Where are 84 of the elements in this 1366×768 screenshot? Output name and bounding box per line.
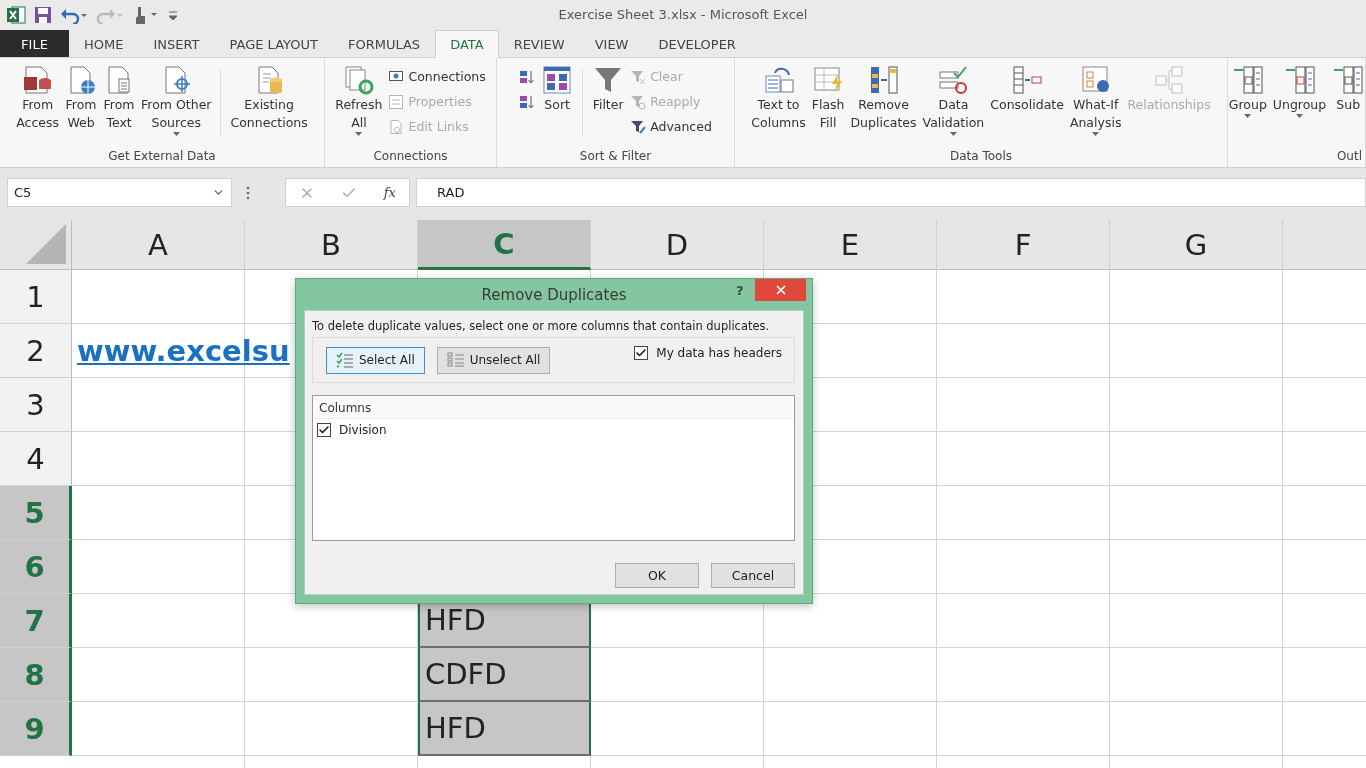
group-label: Get External Data xyxy=(107,149,217,165)
ribbon-button[interactable]: Existing Connections xyxy=(228,62,310,134)
clear-filter-icon xyxy=(630,68,647,85)
column-header[interactable]: A xyxy=(72,220,245,270)
ribbon-button[interactable]: Sub xyxy=(1330,62,1366,116)
advanced-filter-icon xyxy=(630,118,647,135)
checkbox-label[interactable]: My data has headers xyxy=(656,346,782,360)
validation-icon xyxy=(937,64,970,96)
table-cell: HFD xyxy=(418,702,591,756)
more-icon[interactable] xyxy=(246,185,250,200)
ribbon-button[interactable]: Advanced xyxy=(628,116,714,137)
table-cell: CDFD xyxy=(418,648,591,702)
cancel-button[interactable]: Cancel xyxy=(711,563,795,588)
instruction-text: To delete duplicate values, select one or more columns that contain duplicates. xyxy=(312,319,771,333)
ribbon-button[interactable]: Consolidate xyxy=(988,62,1066,116)
help-button[interactable]: ? xyxy=(730,282,750,299)
group-label: Connections xyxy=(372,149,449,165)
column-option[interactable]: Division xyxy=(339,423,387,437)
row-header[interactable]: 1 xyxy=(0,270,72,324)
customize-icon[interactable] xyxy=(168,9,178,21)
excel-logo-icon[interactable] xyxy=(6,5,26,25)
dialog-title: Remove Duplicates xyxy=(481,286,627,304)
checkbox[interactable] xyxy=(317,423,331,437)
column-header[interactable]: D xyxy=(591,220,764,270)
close-button[interactable] xyxy=(755,279,806,301)
reapply-filter-icon xyxy=(630,93,647,110)
unselect-all-button[interactable]: Unselect All xyxy=(436,346,551,374)
ribbon-tab[interactable]: INSERT xyxy=(138,30,215,57)
sort-ascending-icon xyxy=(519,68,536,85)
ribbon-tab[interactable]: DATA xyxy=(435,30,499,58)
ribbon-button[interactable]: Text to Columns xyxy=(749,62,808,134)
window-title: Exercise Sheet 3.xlsx - Microsoft Excel xyxy=(558,7,808,22)
refresh-icon xyxy=(342,64,375,96)
ribbon-tab[interactable]: FORMULAS xyxy=(332,30,436,57)
link[interactable]: www.excelsu xyxy=(77,334,290,368)
consolidate-icon xyxy=(1011,64,1044,96)
ribbon-tab[interactable]: PAGE LAYOUT xyxy=(214,30,333,57)
column-header[interactable]: B xyxy=(245,220,418,270)
column-header[interactable]: G xyxy=(1110,220,1283,270)
select-all-button[interactable]: Select All xyxy=(326,346,425,374)
ribbon-button[interactable]: Flash Fill xyxy=(809,62,847,134)
ribbon-button[interactable]: Refresh All xyxy=(333,62,385,138)
ribbon-button[interactable]: Data Validation xyxy=(920,62,987,138)
ribbon-button[interactable]: Filter xyxy=(590,62,627,116)
access-icon xyxy=(21,64,54,96)
ribbon-button[interactable]: Remove Duplicates xyxy=(848,62,919,134)
ribbon-button[interactable]: From Other Sources xyxy=(139,62,214,138)
properties-icon xyxy=(388,93,405,110)
column-header[interactable]: E xyxy=(764,220,937,270)
checkbox[interactable] xyxy=(634,346,649,360)
ribbon-button[interactable]: Sort xyxy=(539,62,576,116)
name-box[interactable]: C5 xyxy=(7,178,232,207)
group-label: Sort & Filter xyxy=(578,149,653,165)
ok-button[interactable]: OK xyxy=(615,563,699,588)
ribbon-tab[interactable]: HOME xyxy=(69,30,139,57)
list-header: Columns xyxy=(314,397,793,419)
ribbon-tab[interactable]: VIEW xyxy=(579,30,644,57)
ribbon-button[interactable]: Connections xyxy=(386,66,488,87)
ribbon-button[interactable]: From Access xyxy=(14,62,62,134)
formula-field[interactable]: RAD xyxy=(416,178,1366,207)
row-header[interactable]: 2 xyxy=(0,324,72,378)
ribbon-tab[interactable]: REVIEW xyxy=(498,30,580,57)
sort-icon xyxy=(541,64,574,96)
group-icon xyxy=(1231,64,1264,96)
ribbon-button[interactable]: From Text xyxy=(101,62,138,134)
row-header[interactable]: 4 xyxy=(0,432,72,486)
sort-descending-icon xyxy=(519,93,536,110)
links-icon xyxy=(388,118,405,135)
ribbon-button[interactable]: Ungroup xyxy=(1270,62,1329,120)
ribbon-button[interactable]: From Web xyxy=(63,62,100,134)
ribbon-tab[interactable]: DEVELOPER xyxy=(643,30,751,57)
row-header[interactable]: 3 xyxy=(0,378,72,432)
insert-function-button[interactable]: fx xyxy=(383,185,396,200)
column-header[interactable]: F xyxy=(937,220,1110,270)
checklist-icon xyxy=(336,352,354,368)
group-label: Outl xyxy=(1335,149,1362,165)
relations-icon xyxy=(1153,64,1186,96)
ribbon-button[interactable]: Group xyxy=(1226,62,1269,120)
ribbon-button[interactable]: What-If Analysis xyxy=(1067,62,1124,138)
group-label: Data Tools xyxy=(949,149,1013,165)
ribbon-tab[interactable]: FILE xyxy=(0,30,69,57)
list-icon xyxy=(446,352,465,368)
ungroup-icon xyxy=(1283,64,1316,96)
save-icon[interactable] xyxy=(34,6,52,24)
